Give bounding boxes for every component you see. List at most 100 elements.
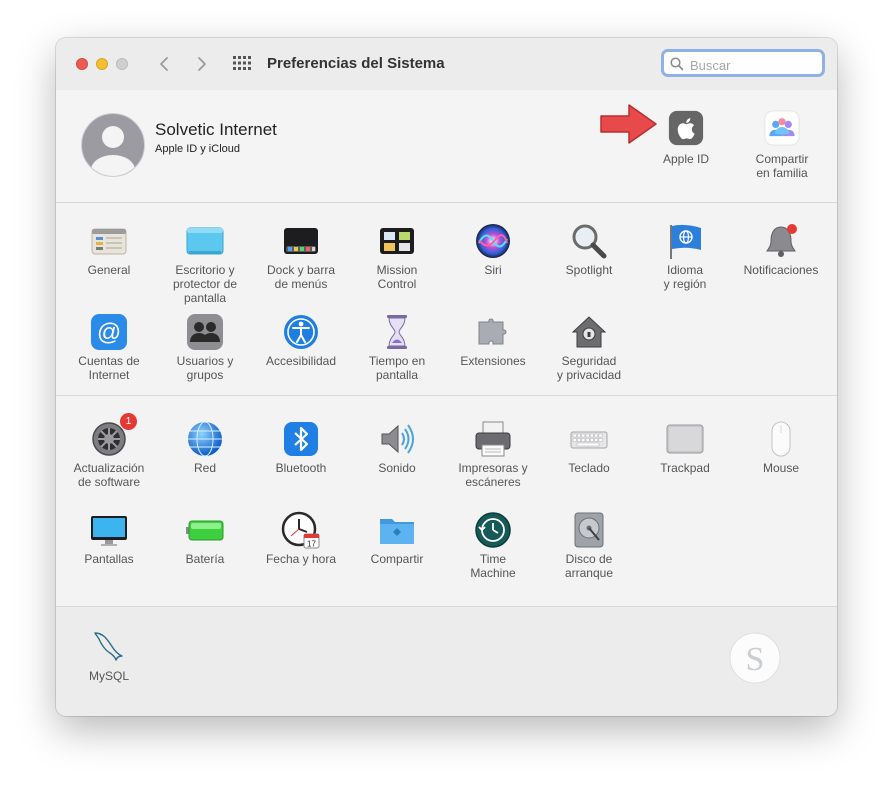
user-name: Solvetic Internet xyxy=(155,120,277,139)
pref-label: Trackpad xyxy=(660,461,710,475)
show-all-button[interactable] xyxy=(232,55,252,71)
apple-logo-icon xyxy=(668,110,704,146)
pref-label: Mouse xyxy=(762,461,800,475)
pref-mission-control[interactable]: Mission Control xyxy=(349,221,445,291)
pref-startup-disk[interactable]: Disco de arranque xyxy=(541,510,637,580)
pref-siri[interactable]: Siri xyxy=(445,221,541,277)
pref-label: Teclado xyxy=(568,461,610,475)
pref-dock-menubar[interactable]: Dock y barra de menús xyxy=(253,221,349,291)
pref-label: MySQL xyxy=(88,669,129,683)
battery-icon xyxy=(186,520,224,541)
pref-label: Extensiones xyxy=(460,354,526,368)
pref-sharing[interactable]: Compartir xyxy=(349,510,445,566)
pref-apple-id[interactable]: Apple ID xyxy=(638,110,734,166)
time-machine-icon xyxy=(475,512,511,548)
display-icon xyxy=(91,516,127,546)
pref-date-time[interactable]: 17 Fecha y hora xyxy=(253,510,349,566)
pref-label: Accesibilidad xyxy=(265,354,337,368)
pref-label: Siri xyxy=(484,263,502,277)
search-box[interactable] xyxy=(661,49,825,77)
forward-button[interactable] xyxy=(190,53,212,75)
printer-icon xyxy=(475,421,511,457)
house-lock-icon xyxy=(571,316,607,348)
pref-label: Usuarios y grupos xyxy=(176,354,234,382)
pref-label: Compartir xyxy=(370,552,424,566)
search-icon xyxy=(670,57,684,71)
mouse-icon xyxy=(771,421,791,457)
spotlight-icon xyxy=(572,224,607,259)
pref-label: Time Machine xyxy=(470,552,516,580)
pref-displays[interactable]: Pantallas xyxy=(61,510,157,566)
bluetooth-icon xyxy=(284,422,318,456)
language-flag-icon xyxy=(670,224,701,259)
pref-users-groups[interactable]: Usuarios y grupos xyxy=(157,312,253,382)
pref-label: Compartir en familia xyxy=(755,152,809,180)
pref-screen-time[interactable]: Tiempo en pantalla xyxy=(349,312,445,382)
pref-notifications[interactable]: Notificaciones xyxy=(733,221,829,277)
pref-label: Pantallas xyxy=(84,552,134,566)
pref-label: General xyxy=(87,263,131,277)
pref-extensions[interactable]: Extensiones xyxy=(445,312,541,368)
pref-label: Spotlight xyxy=(565,263,613,277)
pref-network[interactable]: Red xyxy=(157,419,253,475)
pref-trackpad[interactable]: Trackpad xyxy=(637,419,733,475)
pref-label: Seguridad y privacidad xyxy=(556,354,622,382)
clock-calendar-icon: 17 xyxy=(281,511,320,549)
zoom-button[interactable] xyxy=(116,58,128,70)
pref-keyboard[interactable]: Teclado xyxy=(541,419,637,475)
personal-prefs-section: General Escritorio y protector de pantal… xyxy=(56,203,837,396)
shared-folder-icon xyxy=(380,519,414,544)
pref-time-machine[interactable]: Time Machine xyxy=(445,510,541,580)
svg-text:S: S xyxy=(746,641,765,678)
pref-family-sharing[interactable]: Compartir en familia xyxy=(734,110,830,180)
pref-label: Idioma y región xyxy=(663,263,707,291)
hardware-prefs-section: 1 Actualización de software Red Bluetoot… xyxy=(56,396,837,607)
pref-spotlight[interactable]: Spotlight xyxy=(541,221,637,277)
avatar[interactable] xyxy=(81,113,145,177)
pref-label: Escritorio y protector de pantalla xyxy=(172,263,238,305)
pref-security-privacy[interactable]: Seguridad y privacidad xyxy=(541,312,637,382)
globe-network-icon xyxy=(188,421,222,457)
watermark-logo-icon: S xyxy=(729,632,781,684)
pref-software-update[interactable]: 1 Actualización de software xyxy=(61,413,157,489)
search-input[interactable] xyxy=(688,55,822,75)
general-icon xyxy=(91,228,127,255)
chevron-right-icon xyxy=(198,57,206,71)
pref-general[interactable]: General xyxy=(61,221,157,277)
user-avatar-icon xyxy=(81,113,145,177)
pref-label: Notificaciones xyxy=(743,263,819,277)
hourglass-icon xyxy=(387,315,407,349)
pref-bluetooth[interactable]: Bluetooth xyxy=(253,419,349,475)
pref-label: Batería xyxy=(185,552,225,566)
back-button[interactable] xyxy=(154,53,176,75)
family-sharing-icon xyxy=(764,110,800,146)
pref-accessibility[interactable]: Accesibilidad xyxy=(253,312,349,368)
pref-mouse[interactable]: Mouse xyxy=(733,419,829,475)
pref-battery[interactable]: Batería xyxy=(157,510,253,566)
pref-label: Bluetooth xyxy=(275,461,327,475)
system-preferences-window: Preferencias del Sistema Solvetic Intern… xyxy=(56,38,837,716)
trackpad-icon xyxy=(666,424,704,454)
users-icon xyxy=(187,314,223,350)
user-subtitle: Apple ID y iCloud xyxy=(155,143,240,155)
pref-mysql[interactable]: MySQL xyxy=(61,627,157,683)
user-section: Solvetic Internet Apple ID y iCloud Appl… xyxy=(56,90,837,203)
pref-desktop-screensaver[interactable]: Escritorio y protector de pantalla xyxy=(157,221,253,305)
close-button[interactable] xyxy=(76,58,88,70)
mysql-dolphin-icon xyxy=(94,632,123,661)
update-badge: 1 xyxy=(120,413,137,430)
title-bar: Preferencias del Sistema xyxy=(56,38,837,90)
chevron-left-icon xyxy=(160,57,168,71)
grid-icon xyxy=(233,56,251,70)
pref-label: Red xyxy=(193,461,216,475)
pref-label: Actualización de software xyxy=(73,461,145,489)
window-title: Preferencias del Sistema xyxy=(267,55,445,72)
hard-disk-icon xyxy=(574,512,604,548)
pref-sound[interactable]: Sonido xyxy=(349,419,445,475)
pref-label: Impresoras y escáneres xyxy=(458,461,528,489)
pref-internet-accounts[interactable]: @ Cuentas de Internet xyxy=(61,312,157,382)
pref-language-region[interactable]: Idioma y región xyxy=(637,221,733,291)
accessibility-icon xyxy=(284,315,318,349)
minimize-button[interactable] xyxy=(96,58,108,70)
pref-printers-scanners[interactable]: Impresoras y escáneres xyxy=(445,419,541,489)
